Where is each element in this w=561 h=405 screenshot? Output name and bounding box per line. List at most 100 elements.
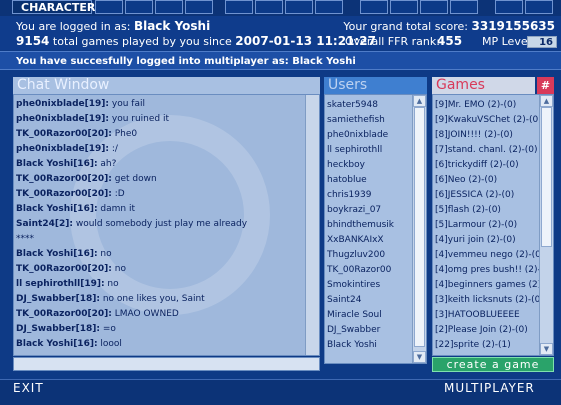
login-notice: You have succesfully logged into multipl… — [0, 51, 561, 70]
rank-value-box: 455 — [437, 34, 462, 48]
game-list-item[interactable]: [4]beginners games (2)-(0) — [435, 278, 539, 293]
game-list-item[interactable]: [4]vemmeu nego (2)-(0) — [435, 248, 539, 263]
create-game-button[interactable]: create a game — [432, 357, 554, 372]
user-list-item[interactable]: hatoblue — [327, 173, 413, 188]
nav-tab[interactable] — [155, 0, 183, 14]
tab-character[interactable]: CHARACTER — [12, 0, 95, 14]
nav-tab[interactable] — [185, 0, 213, 14]
user-list-item[interactable]: samiethefish — [327, 113, 413, 128]
user-list-item[interactable]: TK_00Razor00 — [327, 263, 413, 278]
nav-tab[interactable] — [225, 0, 253, 14]
games-scrollbar[interactable]: ▲ ▼ — [539, 95, 553, 355]
scroll-up-arrow-icon[interactable]: ▲ — [540, 95, 553, 107]
scroll-thumb[interactable] — [541, 107, 552, 247]
users-list: skater5948 samiethefish phe0nixblade ll sep… — [327, 98, 413, 353]
nav-tab[interactable] — [450, 0, 478, 14]
user-list-item[interactable]: ll sephirothll — [327, 143, 413, 158]
chat-line: **** — [16, 232, 304, 247]
scroll-thumb[interactable] — [414, 107, 425, 347]
grand-total-score: Your grand total score: 3319155635 — [343, 19, 555, 33]
users-scrollbar[interactable]: ▲ ▼ — [412, 95, 426, 363]
games-title: Games — [432, 77, 535, 94]
game-list-item[interactable]: [5]Larmour (2)-(0) — [435, 218, 539, 233]
chat-username: DJ_Swabber[18]: — [16, 324, 100, 334]
chat-scrollbar[interactable] — [305, 95, 319, 355]
games-list: [9]Mr. EMO (2)-(0) [9]KwakuVSChet (2)-(0)… — [435, 98, 539, 355]
chat-window-title: Chat Window — [13, 77, 320, 94]
chat-username: TK_00Razor00[20]: — [16, 129, 112, 139]
nav-tab[interactable] — [285, 0, 313, 14]
user-list-item[interactable]: heckboy — [327, 158, 413, 173]
game-list-item[interactable]: [4]omg pres bush!! (2)-(0) — [435, 263, 539, 278]
username: Black Yoshi — [133, 19, 211, 33]
score-label: Your grand total score: — [343, 20, 468, 33]
chat-message: no — [97, 249, 112, 259]
user-list-item[interactable]: Thugzluv200 — [327, 248, 413, 263]
scroll-up-arrow-icon[interactable]: ▲ — [413, 95, 426, 107]
chat-username: Black Yoshi[16]: — [16, 204, 98, 214]
ffr-rank: Overall FFR rank: — [345, 35, 440, 48]
chat-message: **** — [16, 234, 34, 244]
chat-username: TK_00Razor00[20]: — [16, 309, 112, 319]
chat-line: Black Yoshi[16]: ah? — [16, 157, 304, 172]
nav-tab[interactable] — [525, 0, 553, 14]
games-played-text: total games played by you since — [52, 35, 232, 48]
chat-username: phe0nixblade[19]: — [16, 114, 110, 124]
game-list-item[interactable]: [7]stand. chanl. (2)-(0) — [435, 143, 539, 158]
game-list-item[interactable]: [9]Mr. EMO (2)-(0) — [435, 98, 539, 113]
user-list-item[interactable]: Smokintires — [327, 278, 413, 293]
nav-tab[interactable] — [125, 0, 153, 14]
chat-line: Black Yoshi[16]: no — [16, 247, 304, 262]
game-list-item[interactable]: [6]JESSICA (2)-(0) — [435, 188, 539, 203]
scroll-down-arrow-icon[interactable]: ▼ — [413, 351, 426, 363]
game-list-item[interactable]: [6]trickydiff (2)-(0) — [435, 158, 539, 173]
user-list-item[interactable]: phe0nixblade — [327, 128, 413, 143]
game-list-item[interactable]: [9]KwakuVSChet (2)-(0) — [435, 113, 539, 128]
chat-message: you fail — [109, 99, 145, 109]
user-list-item[interactable]: boykrazi_07 — [327, 203, 413, 218]
nav-tab[interactable] — [390, 0, 418, 14]
user-list-item[interactable]: Saint24 — [327, 293, 413, 308]
chat-username: TK_00Razor00[20]: — [16, 189, 112, 199]
rank-label: Overall FFR rank: — [345, 35, 440, 48]
chat-username: Saint24[2]: — [16, 219, 73, 229]
user-list-item[interactable]: XxBANKAIxX — [327, 233, 413, 248]
game-list-item[interactable]: [4]yuri join (2)-(0) — [435, 233, 539, 248]
chat-input[interactable] — [13, 357, 320, 371]
chat-message: Phe0 — [111, 129, 138, 139]
user-list-item[interactable]: bhindthemusik — [327, 218, 413, 233]
chat-line: TK_00Razor00[20]: get down — [16, 172, 304, 187]
chat-message: damn it — [97, 204, 135, 214]
games-sort-hash[interactable]: # — [537, 77, 554, 94]
user-list-item[interactable]: Miracle Soul — [327, 308, 413, 323]
games-panel: [9]Mr. EMO (2)-(0) [9]KwakuVSChet (2)-(0)… — [432, 94, 554, 356]
chat-message: :/ — [109, 144, 118, 154]
chat-username: TK_00Razor00[20]: — [16, 264, 112, 274]
nav-tab[interactable] — [360, 0, 388, 14]
game-list-item[interactable]: [6]Neo (2)-(0) — [435, 173, 539, 188]
chat-message: no one likes you, Saint — [99, 294, 205, 304]
scroll-down-arrow-icon[interactable]: ▼ — [540, 343, 553, 355]
game-list-item[interactable]: [1]gangsta (2)-(0) — [435, 353, 539, 355]
game-list-item[interactable]: [3]HATOOBLUEEEE — [435, 308, 539, 323]
user-list-item[interactable]: chris1939 — [327, 188, 413, 203]
nav-tab[interactable] — [420, 0, 448, 14]
nav-tab[interactable] — [495, 0, 523, 14]
user-list-item[interactable]: Black Yoshi — [327, 338, 413, 353]
chat-line: Black Yoshi[16]: damn it — [16, 202, 304, 217]
user-list-item[interactable]: DJ_Swabber — [327, 323, 413, 338]
chat-username: phe0nixblade[19]: — [16, 144, 110, 154]
game-list-item[interactable]: [2]Please Join (2)-(0) — [435, 323, 539, 338]
game-list-item[interactable]: [5]flash (2)-(0) — [435, 203, 539, 218]
chat-line: Black Yoshi[16]: loool — [16, 337, 304, 352]
nav-tab[interactable] — [315, 0, 343, 14]
game-list-item[interactable]: [22]sprite (2)-(1) — [435, 338, 539, 353]
nav-tab[interactable] — [255, 0, 283, 14]
nav-tab[interactable] — [95, 0, 123, 14]
game-list-item[interactable]: [3]keith licksnuts (2)-(0) — [435, 293, 539, 308]
exit-button[interactable]: EXIT — [13, 381, 44, 395]
user-list-item[interactable]: skater5948 — [327, 98, 413, 113]
users-panel: skater5948 samiethefish phe0nixblade ll sep… — [324, 94, 427, 364]
games-played-count: 9154 — [16, 34, 50, 48]
game-list-item[interactable]: [8]JOIN!!!! (2)-(0) — [435, 128, 539, 143]
